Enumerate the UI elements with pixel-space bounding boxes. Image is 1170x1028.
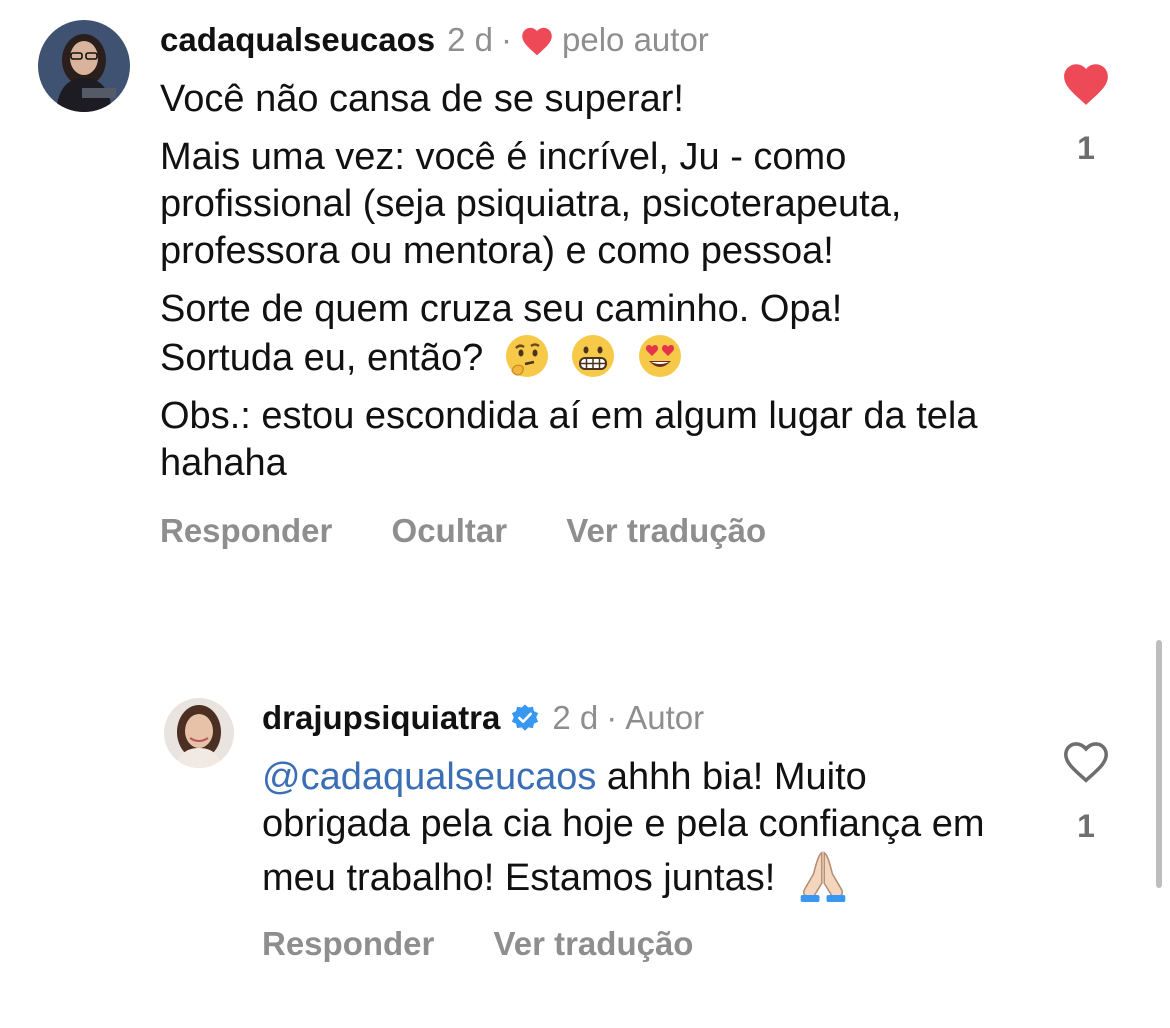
- reply-button[interactable]: Responder: [262, 925, 434, 962]
- see-translation-button[interactable]: Ver tradução: [494, 925, 694, 962]
- separator: ·: [606, 699, 618, 736]
- mention-link[interactable]: @cadaqualseucaos: [262, 756, 596, 798]
- like-heart-outline-icon[interactable]: [1061, 738, 1111, 784]
- comment-meta: drajupsiquiatra 2 d · Autor: [262, 698, 1022, 738]
- see-translation-button[interactable]: Ver tradução: [566, 512, 766, 549]
- avatar-photo: [164, 698, 234, 768]
- comment-paragraph-text: Sorte de quem cruza seu caminho. Opa! So…: [160, 288, 843, 379]
- folded-hands-emoji-icon: [800, 851, 846, 902]
- comment-paragraph: Sorte de quem cruza seu caminho. Opa! So…: [160, 286, 980, 382]
- comment-text: Você não cansa de se superar! Mais uma v…: [160, 76, 1020, 487]
- comment-paragraph: Você não cansa de se superar!: [160, 78, 684, 120]
- username-link[interactable]: cadaqualseucaos: [160, 20, 435, 60]
- like-count: 1: [1077, 808, 1095, 844]
- like-column: 1: [1056, 738, 1116, 846]
- comment-actions: Responder Ocultar Ver tradução: [160, 511, 1020, 551]
- timestamp: 2 d: [447, 21, 494, 58]
- avatar[interactable]: [38, 20, 130, 112]
- comment-body: cadaqualseucaos 2 d · pelo autor Você nã…: [160, 20, 1020, 551]
- author-label: Autor: [625, 699, 705, 736]
- comment-paragraph: Mais uma vez: você é incrível, Ju - como…: [160, 136, 902, 272]
- heart-icon: [522, 27, 552, 55]
- reply-item: drajupsiquiatra 2 d · Autor @cadaqualseu…: [0, 630, 1170, 1028]
- scrollbar[interactable]: [1156, 640, 1162, 888]
- username-link[interactable]: drajupsiquiatra: [262, 698, 500, 738]
- timestamp: 2 d: [552, 699, 599, 736]
- thinking-face-emoji-icon: [505, 335, 548, 377]
- comment-paragraph: Obs.: estou escondida aí em algum lugar …: [160, 395, 978, 484]
- comment-item: cadaqualseucaos 2 d · pelo autor Você nã…: [0, 0, 1170, 630]
- reply-button[interactable]: Responder: [160, 512, 332, 549]
- comment-paragraph: @cadaqualseucaos ahhh bia! Muito obrigad…: [262, 754, 1002, 902]
- liked-by-author-label: pelo autor: [562, 21, 709, 58]
- separator: ·: [501, 21, 513, 58]
- heart-eyes-face-emoji-icon: [638, 335, 681, 377]
- verified-badge-icon: [512, 704, 539, 731]
- comment-meta: cadaqualseucaos 2 d · pelo autor: [160, 20, 1020, 60]
- reply-body: drajupsiquiatra 2 d · Autor @cadaqualseu…: [262, 698, 1022, 964]
- comment-actions: Responder Ver tradução: [262, 924, 1022, 964]
- avatar-photo: [38, 20, 130, 112]
- hide-button[interactable]: Ocultar: [392, 512, 508, 549]
- avatar[interactable]: [164, 698, 234, 768]
- comment-text: @cadaqualseucaos ahhh bia! Muito obrigad…: [262, 754, 1022, 902]
- like-count: 1: [1077, 130, 1095, 166]
- grimacing-face-emoji-icon: [572, 335, 615, 377]
- like-column: 1: [1056, 60, 1116, 168]
- like-heart-filled-icon[interactable]: [1061, 60, 1111, 106]
